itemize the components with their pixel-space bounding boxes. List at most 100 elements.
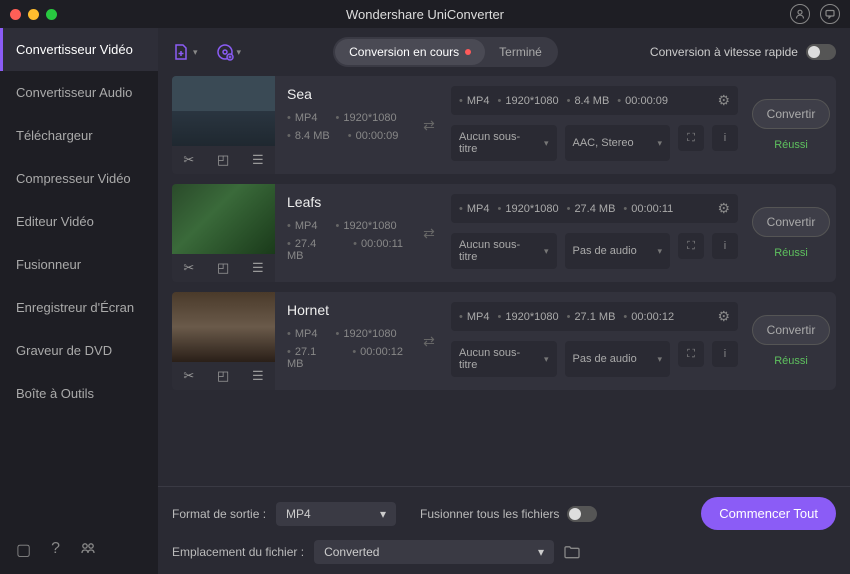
trim-icon[interactable]: ✂ bbox=[183, 368, 194, 384]
sidebar-item-downloader[interactable]: Téléchargeur bbox=[0, 114, 158, 157]
expand-icon[interactable]: ⛶ bbox=[678, 125, 704, 151]
audio-select[interactable]: Pas de audio▾ bbox=[565, 233, 671, 269]
status-label: Réussi bbox=[774, 139, 808, 151]
file-card: ✂ ◰ ☰ Leafs MP41920*1080 27.4 MB00:00:11… bbox=[172, 184, 836, 282]
video-thumbnail[interactable] bbox=[172, 292, 275, 362]
recording-dot-icon bbox=[465, 49, 471, 55]
output-location-label: Emplacement du fichier : bbox=[172, 545, 304, 559]
info-icon[interactable]: i bbox=[712, 125, 738, 151]
community-icon[interactable] bbox=[80, 540, 96, 560]
subtitle-select[interactable]: Aucun sous-titre▾ bbox=[451, 341, 557, 377]
out-duration: 00:00:11 bbox=[623, 203, 673, 215]
crop-icon[interactable]: ◰ bbox=[217, 152, 229, 168]
maximize-window[interactable] bbox=[46, 9, 57, 20]
crop-icon[interactable]: ◰ bbox=[217, 260, 229, 276]
status-tabs: Conversion en cours Terminé bbox=[333, 37, 558, 67]
start-all-button[interactable]: Commencer Tout bbox=[701, 497, 836, 530]
src-resolution: 1920*1080 bbox=[335, 220, 396, 232]
titlebar: Wondershare UniConverter bbox=[0, 0, 850, 28]
app-title: Wondershare UniConverter bbox=[346, 7, 504, 22]
swap-icon: ⇄ bbox=[415, 184, 443, 282]
subtitle-select[interactable]: Aucun sous-titre▾ bbox=[451, 125, 557, 161]
chevron-down-icon: ▾ bbox=[544, 354, 549, 365]
sidebar: Convertisseur Vidéo Convertisseur Audio … bbox=[0, 28, 158, 574]
merge-toggle[interactable] bbox=[567, 506, 597, 522]
info-icon[interactable]: i bbox=[712, 341, 738, 367]
effects-icon[interactable]: ☰ bbox=[252, 260, 264, 276]
info-icon[interactable]: i bbox=[712, 233, 738, 259]
tab-label: Conversion en cours bbox=[349, 45, 459, 59]
src-resolution: 1920*1080 bbox=[335, 112, 396, 124]
status-label: Réussi bbox=[774, 355, 808, 367]
src-size: 8.4 MB bbox=[287, 130, 330, 142]
status-label: Réussi bbox=[774, 247, 808, 259]
video-thumbnail[interactable] bbox=[172, 184, 275, 254]
chevron-down-icon: ▾ bbox=[380, 507, 386, 521]
out-format: MP4 bbox=[459, 311, 489, 323]
speed-toggle[interactable] bbox=[806, 44, 836, 60]
video-thumbnail[interactable] bbox=[172, 76, 275, 146]
tab-done[interactable]: Terminé bbox=[485, 39, 556, 65]
sidebar-item-video-converter[interactable]: Convertisseur Vidéo bbox=[0, 28, 158, 71]
help-icon[interactable]: ? bbox=[51, 540, 60, 560]
sidebar-item-dvd-burner[interactable]: Graveur de DVD bbox=[0, 329, 158, 372]
swap-icon: ⇄ bbox=[415, 76, 443, 174]
crop-icon[interactable]: ◰ bbox=[217, 368, 229, 384]
chevron-down-icon: ▾ bbox=[193, 47, 198, 58]
sidebar-item-toolbox[interactable]: Boîte à Outils bbox=[0, 372, 158, 415]
sidebar-item-audio-converter[interactable]: Convertisseur Audio bbox=[0, 71, 158, 114]
file-card: ✂ ◰ ☰ Hornet MP41920*1080 27.1 MB00:00:1… bbox=[172, 292, 836, 390]
tab-converting[interactable]: Conversion en cours bbox=[335, 39, 485, 65]
effects-icon[interactable]: ☰ bbox=[252, 368, 264, 384]
out-size: 8.4 MB bbox=[567, 95, 610, 107]
swap-icon: ⇄ bbox=[415, 292, 443, 390]
sidebar-item-merger[interactable]: Fusionneur bbox=[0, 243, 158, 286]
window-controls bbox=[10, 9, 57, 20]
sidebar-item-screen-recorder[interactable]: Enregistreur d'Écran bbox=[0, 286, 158, 329]
out-resolution: 1920*1080 bbox=[497, 311, 558, 323]
chevron-down-icon: ▾ bbox=[657, 138, 662, 149]
chevron-down-icon: ▾ bbox=[544, 138, 549, 149]
trim-icon[interactable]: ✂ bbox=[183, 152, 194, 168]
src-format: MP4 bbox=[287, 220, 317, 232]
out-resolution: 1920*1080 bbox=[497, 203, 558, 215]
out-format: MP4 bbox=[459, 95, 489, 107]
sidebar-item-video-editor[interactable]: Editeur Vidéo bbox=[0, 200, 158, 243]
expand-icon[interactable]: ⛶ bbox=[678, 233, 704, 259]
file-card: ✂ ◰ ☰ Sea MP41920*1080 8.4 MB00:00:09 ⇄ … bbox=[172, 76, 836, 174]
effects-icon[interactable]: ☰ bbox=[252, 152, 264, 168]
subtitle-select[interactable]: Aucun sous-titre▾ bbox=[451, 233, 557, 269]
output-format-select[interactable]: MP4▾ bbox=[276, 502, 396, 526]
account-icon[interactable] bbox=[790, 4, 810, 24]
out-resolution: 1920*1080 bbox=[497, 95, 558, 107]
trim-icon[interactable]: ✂ bbox=[183, 260, 194, 276]
chevron-down-icon: ▾ bbox=[657, 246, 662, 257]
audio-select[interactable]: Pas de audio▾ bbox=[565, 341, 671, 377]
minimize-window[interactable] bbox=[28, 9, 39, 20]
settings-icon[interactable]: ⚙ bbox=[717, 92, 730, 109]
expand-icon[interactable]: ⛶ bbox=[678, 341, 704, 367]
toolbar: ▾ ▾ Conversion en cours Terminé Conversi… bbox=[158, 28, 850, 76]
feedback-icon[interactable] bbox=[820, 4, 840, 24]
close-window[interactable] bbox=[10, 9, 21, 20]
open-folder-button[interactable] bbox=[564, 545, 580, 559]
out-duration: 00:00:09 bbox=[617, 95, 668, 107]
convert-button[interactable]: Convertir bbox=[752, 315, 831, 345]
add-dvd-button[interactable]: ▾ bbox=[216, 43, 242, 61]
settings-icon[interactable]: ⚙ bbox=[717, 308, 730, 325]
out-format: MP4 bbox=[459, 203, 489, 215]
settings-icon[interactable]: ⚙ bbox=[717, 200, 730, 217]
output-format-label: Format de sortie : bbox=[172, 507, 266, 521]
output-location-select[interactable]: Converted▾ bbox=[314, 540, 554, 564]
tutorial-icon[interactable]: ▢ bbox=[16, 540, 31, 560]
audio-select[interactable]: AAC, Stereo▾ bbox=[565, 125, 671, 161]
convert-button[interactable]: Convertir bbox=[752, 99, 831, 129]
footer: Format de sortie : MP4▾ Fusionner tous l… bbox=[158, 486, 850, 574]
chevron-down-icon: ▾ bbox=[237, 47, 242, 58]
add-file-button[interactable]: ▾ bbox=[172, 43, 198, 61]
sidebar-item-video-compressor[interactable]: Compresseur Vidéo bbox=[0, 157, 158, 200]
file-name: Leafs bbox=[287, 194, 403, 210]
convert-button[interactable]: Convertir bbox=[752, 207, 831, 237]
src-size: 27.1 MB bbox=[287, 346, 334, 370]
file-name: Sea bbox=[287, 86, 403, 102]
